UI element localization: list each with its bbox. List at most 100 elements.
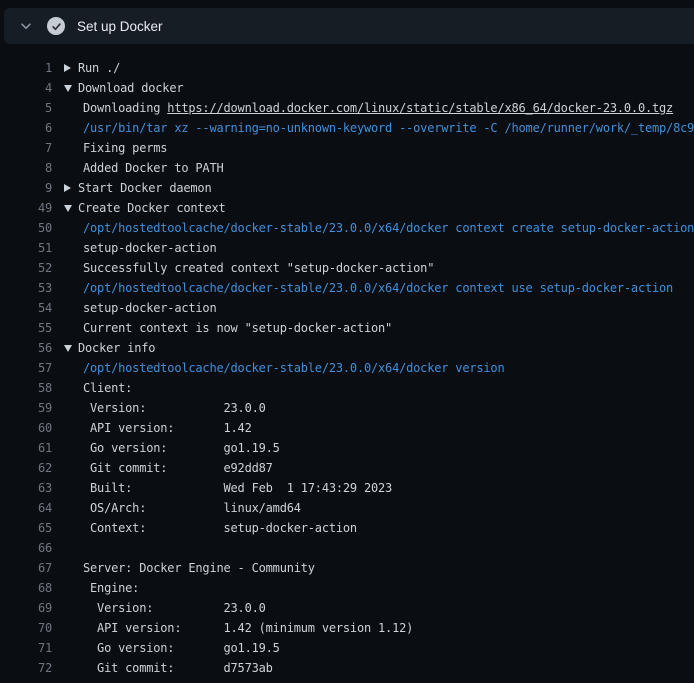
log-row[interactable]: 49 Create Docker context [0,198,694,218]
triangle-right-icon[interactable] [64,64,78,72]
log-row: 69 Version: 23.0.0 [0,598,694,618]
log-row: 57/opt/hostedtoolcache/docker-stable/23.… [0,358,694,378]
line-number[interactable]: 72 [0,658,52,678]
log-text: Built: Wed Feb 1 17:43:29 2023 [83,478,392,498]
log-text: API version: 1.42 [83,418,252,438]
triangle-right-icon[interactable] [64,184,78,192]
log-container: 1 Run ./ 4 Download docker 5 Downloading http… [0,44,694,678]
line-number[interactable]: 65 [0,518,52,538]
line-number[interactable]: 63 [0,478,52,498]
group-title[interactable]: Run ./ [78,58,120,78]
log-text: setup-docker-action [83,298,216,318]
step-title: Set up Docker [77,19,163,34]
line-number[interactable]: 71 [0,638,52,658]
log-row: 64 OS/Arch: linux/amd64 [0,498,694,518]
line-number[interactable]: 8 [0,158,52,178]
log-text: Server: Docker Engine - Community [83,558,315,578]
log-text: Fixing perms [83,138,167,158]
log-text: Current context is now "setup-docker-act… [83,318,392,338]
log-row: 50/opt/hostedtoolcache/docker-stable/23.… [0,218,694,238]
line-number[interactable]: 51 [0,238,52,258]
log-row: 61 Go version: go1.19.5 [0,438,694,458]
line-number[interactable]: 64 [0,498,52,518]
log-row[interactable]: 4 Download docker [0,78,694,98]
log-row[interactable]: 56 Docker info [0,338,694,358]
log-row: 72 Git commit: d7573ab [0,658,694,678]
actions-log-page: { "header": { "title": "Set up Docker", … [0,0,694,683]
log-text: Successfully created context "setup-dock… [83,258,434,278]
command-text: /opt/hostedtoolcache/docker-stable/23.0.… [83,218,694,238]
line-number[interactable]: 69 [0,598,52,618]
log-text: Client: [83,378,132,398]
log-row: 5 Downloading https://download.docker.com… [0,98,694,118]
line-number[interactable]: 9 [0,178,52,198]
log-row: 51 setup-docker-action [0,238,694,258]
log-link[interactable]: https://download.docker.com/linux/static… [167,101,673,115]
log-row: 71 Go version: go1.19.5 [0,638,694,658]
log-row: 62 Git commit: e92dd87 [0,458,694,478]
log-text: Added Docker to PATH [83,158,224,178]
line-number[interactable]: 67 [0,558,52,578]
log-text: Downloading https://download.docker.com/… [83,98,673,118]
log-row: 52 Successfully created context "setup-do… [0,258,694,278]
log-text: Git commit: d7573ab [83,658,273,678]
line-number[interactable]: 55 [0,318,52,338]
command-text: /opt/hostedtoolcache/docker-stable/23.0.… [83,278,673,298]
line-number[interactable]: 7 [0,138,52,158]
line-number[interactable]: 6 [0,118,52,138]
log-row: 54 setup-docker-action [0,298,694,318]
log-row[interactable]: 9 Start Docker daemon [0,178,694,198]
log-row: 55 Current context is now "setup-docker-a… [0,318,694,338]
triangle-down-icon[interactable] [64,85,78,92]
line-number[interactable]: 58 [0,378,52,398]
line-number[interactable]: 61 [0,438,52,458]
line-number[interactable]: 68 [0,578,52,598]
command-text: /usr/bin/tar xz --warning=no-unknown-key… [83,118,694,138]
line-number[interactable]: 56 [0,338,52,358]
line-number[interactable]: 4 [0,78,52,98]
line-number[interactable]: 62 [0,458,52,478]
log-text: OS/Arch: linux/amd64 [83,498,301,518]
log-text: Version: 23.0.0 [83,598,266,618]
line-number[interactable]: 60 [0,418,52,438]
log-row: 6/usr/bin/tar xz --warning=no-unknown-ke… [0,118,694,138]
log-text: Context: setup-docker-action [83,518,357,538]
log-row: 59 Version: 23.0.0 [0,398,694,418]
line-number[interactable]: 50 [0,218,52,238]
log-row: 8 Added Docker to PATH [0,158,694,178]
group-title[interactable]: Start Docker daemon [78,178,211,198]
line-number[interactable]: 66 [0,538,52,558]
step-header[interactable]: Set up Docker [4,8,694,44]
group-title[interactable]: Create Docker context [78,198,226,218]
log-row: 58 Client: [0,378,694,398]
line-number[interactable]: 59 [0,398,52,418]
triangle-down-icon[interactable] [64,205,78,212]
log-row: 68 Engine: [0,578,694,598]
line-number[interactable]: 53 [0,278,52,298]
line-number[interactable]: 49 [0,198,52,218]
log-row[interactable]: 1 Run ./ [0,58,694,78]
check-circle-icon [47,17,65,35]
line-number[interactable]: 52 [0,258,52,278]
log-text: Engine: [83,578,139,598]
triangle-down-icon[interactable] [64,345,78,352]
group-title[interactable]: Download docker [78,78,183,98]
command-text: /opt/hostedtoolcache/docker-stable/23.0.… [83,358,504,378]
chevron-down-icon[interactable] [18,18,34,34]
line-number[interactable]: 70 [0,618,52,638]
line-number[interactable]: 1 [0,58,52,78]
log-row: 65 Context: setup-docker-action [0,518,694,538]
log-row: 53/opt/hostedtoolcache/docker-stable/23.… [0,278,694,298]
group-title[interactable]: Docker info [78,338,155,358]
log-row: 60 API version: 1.42 [0,418,694,438]
line-number[interactable]: 57 [0,358,52,378]
log-text: API version: 1.42 (minimum version 1.12) [83,618,413,638]
log-text: setup-docker-action [83,238,216,258]
log-text: Version: 23.0.0 [83,398,266,418]
line-number[interactable]: 5 [0,98,52,118]
log-row: 66 [0,538,694,558]
log-text: Git commit: e92dd87 [83,458,273,478]
log-row: 63 Built: Wed Feb 1 17:43:29 2023 [0,478,694,498]
line-number[interactable]: 54 [0,298,52,318]
log-text: Go version: go1.19.5 [83,638,280,658]
